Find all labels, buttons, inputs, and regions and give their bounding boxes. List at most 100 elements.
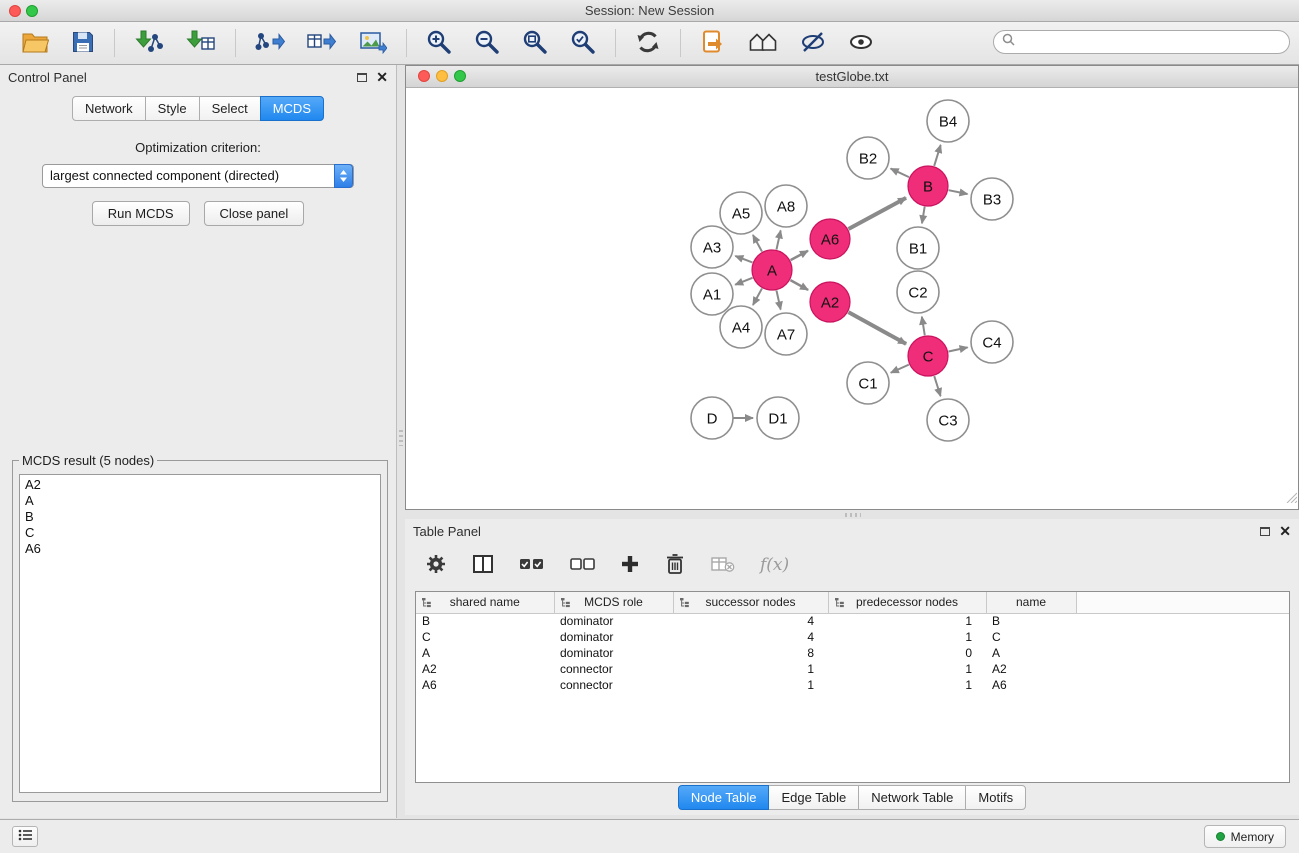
table-row[interactable]: A2connector11A2 (416, 661, 1289, 677)
network-node-B4[interactable]: B4 (927, 100, 969, 142)
export-image-button[interactable] (355, 26, 391, 60)
table-cell[interactable]: 1 (673, 677, 828, 693)
network-node-A8[interactable]: A8 (765, 185, 807, 227)
result-item[interactable]: A6 (25, 541, 375, 557)
network-node-D1[interactable]: D1 (757, 397, 799, 439)
close-table-panel-icon[interactable]: ✕ (1279, 525, 1291, 537)
network-node-A5[interactable]: A5 (720, 192, 762, 234)
export-network-button[interactable] (251, 26, 289, 60)
network-node-A[interactable]: A (752, 250, 792, 290)
float-table-panel-icon[interactable] (1260, 527, 1270, 536)
network-edge-B-B2[interactable] (891, 169, 909, 178)
network-node-C3[interactable]: C3 (927, 399, 969, 441)
close-window-button[interactable] (9, 5, 21, 17)
deselect-all-button[interactable] (568, 555, 598, 576)
network-edge-A-A6[interactable] (791, 251, 808, 260)
table-cell[interactable]: dominator (554, 629, 673, 645)
table-cell[interactable]: 4 (673, 629, 828, 645)
table-settings-button[interactable] (423, 551, 449, 580)
memory-button[interactable]: Memory (1204, 825, 1286, 848)
network-edge-A-A4[interactable] (753, 288, 762, 305)
tab-select[interactable]: Select (199, 96, 261, 121)
network-node-B2[interactable]: B2 (847, 137, 889, 179)
network-zoom-button[interactable] (454, 70, 466, 82)
network-node-A1[interactable]: A1 (691, 273, 733, 315)
network-node-A2[interactable]: A2 (810, 282, 850, 322)
column-header-mcds-role[interactable]: MCDS role (554, 592, 673, 613)
network-node-B3[interactable]: B3 (971, 178, 1013, 220)
network-edge-C-C3[interactable] (934, 376, 940, 396)
table-cell[interactable]: 1 (828, 629, 986, 645)
tab-motifs[interactable]: Motifs (965, 785, 1026, 810)
table-cell[interactable]: 1 (828, 677, 986, 693)
import-network-button[interactable] (130, 26, 168, 60)
network-canvas[interactable]: B4B2BB3A5A8A6A3B1AC2A1A2A4A7C4CC1C3DD1 (406, 88, 1298, 509)
result-item[interactable]: A (25, 493, 375, 509)
resize-grip-icon[interactable] (1284, 490, 1297, 508)
network-node-B[interactable]: B (908, 166, 948, 206)
show-columns-button[interactable] (470, 551, 496, 580)
vertical-splitter-grip[interactable] (399, 430, 403, 446)
result-item[interactable]: A2 (25, 477, 375, 493)
close-panel-button[interactable]: Close panel (204, 201, 305, 226)
table-cell[interactable]: 4 (673, 613, 828, 629)
network-edge-A-A8[interactable] (776, 230, 780, 249)
table-cell[interactable]: 1 (828, 661, 986, 677)
table-cell[interactable]: dominator (554, 645, 673, 661)
network-node-A3[interactable]: A3 (691, 226, 733, 268)
table-cell[interactable]: A2 (416, 661, 554, 677)
table-row[interactable]: A6connector11A6 (416, 677, 1289, 693)
horizontal-splitter-grip[interactable] (845, 513, 861, 517)
network-edge-A-A5[interactable] (753, 235, 762, 252)
tab-style[interactable]: Style (145, 96, 200, 121)
table-row[interactable]: Bdominator41B (416, 613, 1289, 629)
network-node-B1[interactable]: B1 (897, 227, 939, 269)
table-cell[interactable]: 1 (828, 613, 986, 629)
tab-mcds[interactable]: MCDS (260, 96, 324, 121)
table-cell[interactable]: 8 (673, 645, 828, 661)
criterion-dropdown[interactable]: largest connected component (directed) (42, 164, 354, 188)
table-cell[interactable]: A (986, 645, 1076, 661)
first-neighbors-button[interactable] (696, 26, 730, 60)
mcds-result-list[interactable]: A2ABCA6 (19, 474, 381, 793)
table-cell[interactable]: A6 (416, 677, 554, 693)
table-cell[interactable]: connector (554, 677, 673, 693)
zoom-window-button[interactable] (26, 5, 38, 17)
network-node-C[interactable]: C (908, 336, 948, 376)
column-header-shared-name[interactable]: shared name (416, 592, 554, 613)
result-item[interactable]: C (25, 525, 375, 541)
network-node-C2[interactable]: C2 (897, 271, 939, 313)
import-table-button[interactable] (182, 26, 220, 60)
network-edge-B-B4[interactable] (934, 145, 940, 166)
search-input[interactable] (1020, 35, 1281, 49)
table-cell[interactable]: connector (554, 661, 673, 677)
add-row-button[interactable] (619, 553, 641, 578)
network-node-A6[interactable]: A6 (810, 219, 850, 259)
task-history-button[interactable] (12, 826, 38, 847)
run-mcds-button[interactable]: Run MCDS (92, 201, 190, 226)
network-edge-A-A1[interactable] (735, 278, 752, 285)
table-cell[interactable]: 1 (673, 661, 828, 677)
float-panel-icon[interactable] (357, 73, 367, 82)
network-close-button[interactable] (418, 70, 430, 82)
network-minimize-button[interactable] (436, 70, 448, 82)
column-header-predecessor-nodes[interactable]: predecessor nodes (828, 592, 986, 613)
table-cell[interactable]: B (416, 613, 554, 629)
tab-edge-table[interactable]: Edge Table (768, 785, 859, 810)
zoom-selected-button[interactable] (566, 26, 600, 60)
network-node-C1[interactable]: C1 (847, 362, 889, 404)
table-cell[interactable]: A6 (986, 677, 1076, 693)
network-edge-A-A3[interactable] (735, 256, 752, 263)
zoom-in-button[interactable] (422, 26, 456, 60)
zoom-fit-button[interactable] (518, 26, 552, 60)
home-button[interactable] (744, 26, 782, 60)
network-edge-A2-C[interactable] (848, 312, 906, 344)
table-cell[interactable]: dominator (554, 613, 673, 629)
table-cell[interactable]: 0 (828, 645, 986, 661)
column-header-successor-nodes[interactable]: successor nodes (673, 592, 828, 613)
table-cell[interactable]: B (986, 613, 1076, 629)
network-edge-B-B3[interactable] (949, 190, 968, 194)
table-cell[interactable]: A (416, 645, 554, 661)
export-table-button[interactable] (303, 26, 341, 60)
network-edge-A-A7[interactable] (776, 291, 780, 310)
